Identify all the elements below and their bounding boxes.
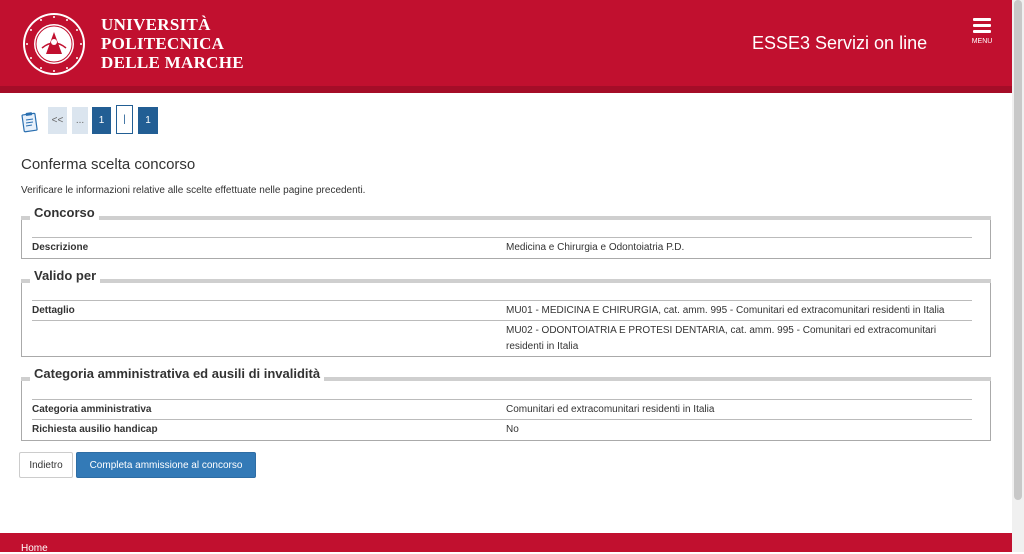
university-name-line: UNIVERSITÀ bbox=[101, 15, 211, 34]
university-name-line: POLITECNICA bbox=[101, 34, 225, 53]
university-name-line: DELLE MARCHE bbox=[101, 53, 244, 72]
vertical-scrollbar[interactable] bbox=[1012, 0, 1024, 552]
scrollbar-thumb[interactable] bbox=[1014, 0, 1022, 500]
menu-button[interactable]: MENU bbox=[966, 16, 1000, 48]
page-title: Conferma scelta concorso bbox=[21, 156, 196, 173]
back-button[interactable]: Indietro bbox=[19, 452, 73, 478]
row-value: MU01 - MEDICINA E CHIRURGIA, cat. amm. 9… bbox=[506, 305, 945, 316]
page-description: Verificare le informazioni relative alle… bbox=[21, 185, 366, 196]
fieldset-valido-per: Valido per Dettaglio MU01 - MEDICINA E C… bbox=[21, 268, 991, 357]
row-label: Descrizione bbox=[32, 242, 89, 253]
row-label: Categoria amministrativa bbox=[32, 404, 152, 415]
table-row: Dettaglio MU01 - MEDICINA E CHIRURGIA, c… bbox=[32, 300, 972, 321]
table-row: Categoria amministrativa Comunitari ed e… bbox=[32, 399, 972, 420]
menu-label: MENU bbox=[971, 38, 993, 45]
fieldset-legend: Concorso bbox=[30, 205, 99, 220]
table-row: Descrizione Medicina e Chirurgia e Odont… bbox=[32, 237, 972, 258]
fieldset-legend: Valido per bbox=[30, 268, 101, 283]
site-header: UNIVERSITÀ POLITECNICA DELLE MARCHE ESSE… bbox=[0, 0, 1012, 86]
step-ellipsis[interactable]: ... bbox=[72, 107, 88, 134]
clipboard-icon[interactable] bbox=[21, 111, 39, 133]
row-value: Comunitari ed extracomunitari residenti … bbox=[506, 404, 715, 415]
row-label: Dettaglio bbox=[32, 305, 75, 316]
row-label: Richiesta ausilio handicap bbox=[32, 424, 158, 435]
step-first-button[interactable]: << bbox=[48, 107, 67, 134]
table-row: MU02 - ODONTOIATRIA E PROTESI DENTARIA, … bbox=[32, 320, 972, 355]
fieldset-categoria-amministrativa: Categoria amministrativa ed ausili di in… bbox=[21, 366, 991, 441]
fieldset-concorso: Concorso Descrizione Medicina e Chirurgi… bbox=[21, 205, 991, 259]
step-current[interactable]: | bbox=[116, 105, 133, 134]
header-band bbox=[0, 86, 1012, 93]
row-value: No bbox=[506, 424, 519, 435]
table-row: Richiesta ausilio handicap No bbox=[32, 419, 972, 440]
step-button[interactable]: 1 bbox=[138, 107, 158, 134]
university-name[interactable]: UNIVERSITÀ POLITECNICA DELLE MARCHE bbox=[101, 15, 244, 72]
university-seal-logo[interactable] bbox=[22, 12, 86, 76]
row-value: MU02 - ODONTOIATRIA E PROTESI DENTARIA, … bbox=[506, 325, 937, 352]
row-value: Medicina e Chirurgia e Odontoiatria P.D. bbox=[506, 242, 685, 253]
site-footer: Home bbox=[0, 533, 1012, 554]
app-title: ESSE3 Servizi on line bbox=[752, 33, 928, 53]
step-button[interactable]: 1 bbox=[92, 107, 111, 134]
fieldset-legend: Categoria amministrativa ed ausili di in… bbox=[30, 366, 325, 381]
complete-admission-button[interactable]: Completa ammissione al concorso bbox=[76, 452, 256, 478]
home-link[interactable]: Home bbox=[21, 543, 48, 554]
